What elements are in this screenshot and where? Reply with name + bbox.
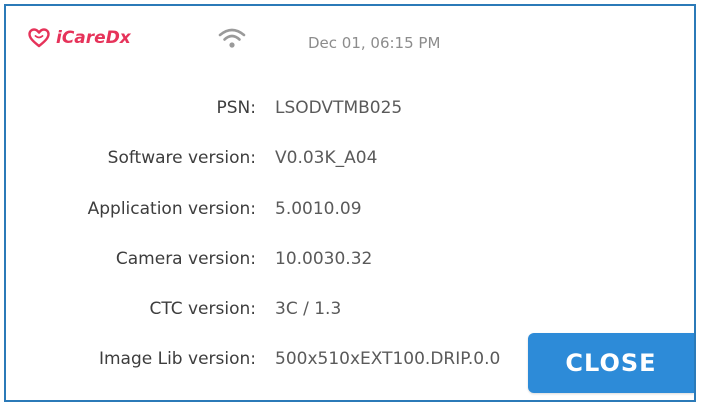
close-button[interactable]: CLOSE bbox=[528, 333, 694, 393]
info-row-psn: PSN: LSODVTMB025 bbox=[6, 98, 694, 122]
info-label: Application version: bbox=[87, 199, 256, 219]
info-row-software-version: Software version: V0.03K_A04 bbox=[6, 148, 694, 172]
info-label: PSN: bbox=[216, 98, 257, 118]
info-label: Image Lib version: bbox=[98, 349, 256, 369]
wifi-icon bbox=[218, 28, 246, 48]
heart-logo-icon bbox=[28, 28, 50, 48]
info-value: V0.03K_A04 bbox=[275, 148, 378, 168]
status-bar: iCareDx Dec 01, 06:15 PM bbox=[6, 6, 694, 78]
info-label: Camera version: bbox=[115, 249, 256, 269]
status-datetime: Dec 01, 06:15 PM bbox=[308, 34, 441, 52]
brand-logo: iCareDx bbox=[28, 28, 131, 48]
info-value: 10.0030.32 bbox=[275, 249, 373, 269]
info-label: CTC version: bbox=[149, 299, 256, 319]
info-value: LSODVTMB025 bbox=[275, 98, 403, 118]
info-row-camera-version: Camera version: 10.0030.32 bbox=[6, 249, 694, 273]
info-value: 3C / 1.3 bbox=[275, 299, 342, 319]
info-label: Software version: bbox=[107, 148, 256, 168]
info-value: 5.0010.09 bbox=[275, 199, 362, 219]
device-info-dialog: iCareDx Dec 01, 06:15 PM PSN: LSODVTMB02… bbox=[4, 4, 696, 402]
info-value: 500x510xEXT100.DRIP.0.0 bbox=[275, 349, 501, 369]
brand-name: iCareDx bbox=[56, 28, 131, 48]
info-row-ctc-version: CTC version: 3C / 1.3 bbox=[6, 299, 694, 323]
info-row-application-version: Application version: 5.0010.09 bbox=[6, 199, 694, 223]
